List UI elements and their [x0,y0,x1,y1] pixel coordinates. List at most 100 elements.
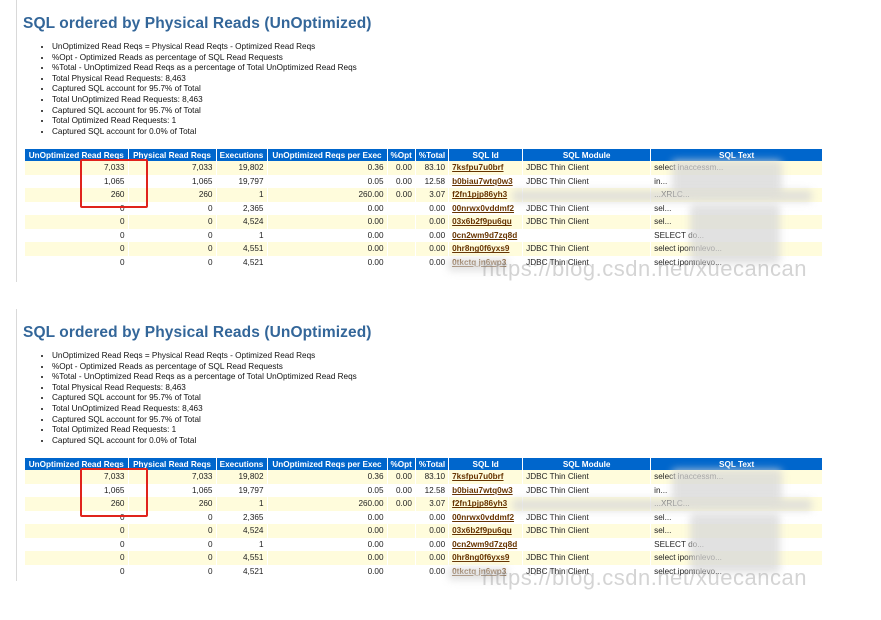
note-item: Captured SQL account for 0.0% of Total [52,127,357,138]
sql-id-link[interactable]: f2fn1pjp86yh3 [452,499,507,508]
physical-read-reqs-cell: 0 [128,524,217,538]
pct-total-cell: 0.00 [415,510,450,524]
sql-module-cell: JDBC Thin Client [522,174,652,188]
sql-module-cell [522,228,652,242]
note-item: UnOptimized Read Reqs = Physical Read Re… [52,42,357,53]
sql-id-cell: 0cn2wm9d7zq8d [448,228,524,242]
sql-module-cell: JDBC Thin Client [522,470,652,484]
reqs-per-exec-cell: 0.00 [267,201,388,215]
note-item: Total Optimized Read Requests: 1 [52,116,357,127]
note-item: %Total - UnOptimized Read Reqs as a perc… [52,63,357,74]
note-item: Total Physical Read Requests: 8,463 [52,383,357,394]
pct-total-cell: 0.00 [415,215,450,229]
column-header[interactable]: SQL Module [522,458,652,470]
note-item: UnOptimized Read Reqs = Physical Read Re… [52,351,357,362]
sql-id-cell: b0biau7wtq0w3 [448,174,524,188]
pct-opt-cell [387,255,416,269]
pct-opt-cell: 0.00 [387,497,416,511]
pct-total-cell: 0.00 [415,242,450,256]
executions-cell: 1 [216,188,268,202]
sql-module-cell: JDBC Thin Client [522,161,652,175]
sql-id-cell: 0hr8ng0f6yxs9 [448,242,524,256]
sql-id-link[interactable]: 0cn2wm9d7zq8d [452,231,517,240]
executions-cell: 19,797 [216,483,268,497]
unoptimized-read-reqs-cell: 0 [25,564,129,578]
column-header[interactable]: Executions [216,458,268,470]
column-header[interactable]: UnOptimized Reqs per Exec [267,149,388,161]
reqs-per-exec-cell: 0.36 [267,470,388,484]
sql-id-link[interactable]: f2fn1pjp86yh3 [452,190,507,199]
executions-cell: 1 [216,228,268,242]
unoptimized-read-reqs-cell: 0 [25,228,129,242]
report-title: SQL ordered by Physical Reads (UnOptimiz… [23,324,372,341]
pct-total-cell: 0.00 [415,537,450,551]
sql-id-cell: 03x6b2f9pu6qu [448,215,524,229]
pct-total-cell: 12.58 [415,483,450,497]
sql-module-cell: JDBC Thin Client [522,524,652,538]
pct-opt-cell [387,551,416,565]
sql-id-cell: 0cn2wm9d7zq8d [448,537,524,551]
report-notes: UnOptimized Read Reqs = Physical Read Re… [24,42,357,137]
redaction-blur [690,513,780,573]
column-header[interactable]: Executions [216,149,268,161]
column-header[interactable]: SQL Id [448,458,524,470]
pct-opt-cell [387,564,416,578]
note-item: Total UnOptimized Read Requests: 8,463 [52,95,357,106]
pct-opt-cell: 0.00 [387,188,416,202]
section-border [16,309,17,581]
pct-opt-cell [387,215,416,229]
reqs-per-exec-cell: 0.00 [267,215,388,229]
reqs-per-exec-cell: 0.05 [267,174,388,188]
reqs-per-exec-cell: 0.00 [267,537,388,551]
note-item: Captured SQL account for 95.7% of Total [52,106,357,117]
sql-id-cell: 7ksfpu7u0brf [448,161,524,175]
note-item: Captured SQL account for 95.7% of Total [52,84,357,95]
reqs-per-exec-cell: 0.36 [267,161,388,175]
column-header[interactable]: UnOptimized Reqs per Exec [267,458,388,470]
sql-id-link[interactable]: 0hr8ng0f6yxs9 [452,244,509,253]
sql-id-link[interactable]: 7ksfpu7u0brf [452,163,503,172]
sql-id-cell: 03x6b2f9pu6qu [448,524,524,538]
pct-total-cell: 0.00 [415,524,450,538]
reqs-per-exec-cell: 0.00 [267,255,388,269]
redaction-blur [690,204,780,264]
sql-id-link[interactable]: 7ksfpu7u0brf [452,472,503,481]
sql-id-cell: 00nrwx0vddmf2 [448,510,524,524]
column-header[interactable]: %Opt [387,458,416,470]
pct-total-cell: 12.58 [415,174,450,188]
reqs-per-exec-cell: 0.00 [267,564,388,578]
pct-opt-cell: 0.00 [387,483,416,497]
sql-id-cell: 7ksfpu7u0brf [448,470,524,484]
sql-id-cell: 00nrwx0vddmf2 [448,201,524,215]
column-header[interactable]: %Total [415,149,450,161]
sql-id-link[interactable]: 03x6b2f9pu6qu [452,217,512,226]
executions-cell: 4,524 [216,215,268,229]
reqs-per-exec-cell: 0.05 [267,483,388,497]
report-notes: UnOptimized Read Reqs = Physical Read Re… [24,351,357,446]
sql-id-link[interactable]: 00nrwx0vddmf2 [452,513,514,522]
note-item: Total Optimized Read Requests: 1 [52,425,357,436]
note-item: Captured SQL account for 95.7% of Total [52,415,357,426]
pct-opt-cell [387,201,416,215]
sql-id-link[interactable]: 0hr8ng0f6yxs9 [452,553,509,562]
sql-id-link[interactable]: 00nrwx0vddmf2 [452,204,514,213]
pct-opt-cell [387,510,416,524]
column-header[interactable]: SQL Id [448,149,524,161]
unoptimized-read-reqs-cell: 0 [25,255,129,269]
section-border [16,0,17,282]
column-header[interactable]: %Total [415,458,450,470]
executions-cell: 4,551 [216,551,268,565]
sql-id-link[interactable]: 0cn2wm9d7zq8d [452,540,517,549]
sql-id-link[interactable]: 03x6b2f9pu6qu [452,526,512,535]
column-header[interactable]: SQL Module [522,149,652,161]
sql-module-cell: JDBC Thin Client [522,551,652,565]
column-header[interactable]: %Opt [387,149,416,161]
pct-total-cell: 0.00 [415,551,450,565]
redaction-blur [512,190,812,202]
pct-total-cell: 3.07 [415,497,450,511]
unoptimized-read-reqs-cell: 0 [25,537,129,551]
sql-id-link[interactable]: b0biau7wtq0w3 [452,177,513,186]
sql-id-link[interactable]: b0biau7wtq0w3 [452,486,513,495]
sql-module-cell: JDBC Thin Client [522,483,652,497]
reqs-per-exec-cell: 260.00 [267,188,388,202]
